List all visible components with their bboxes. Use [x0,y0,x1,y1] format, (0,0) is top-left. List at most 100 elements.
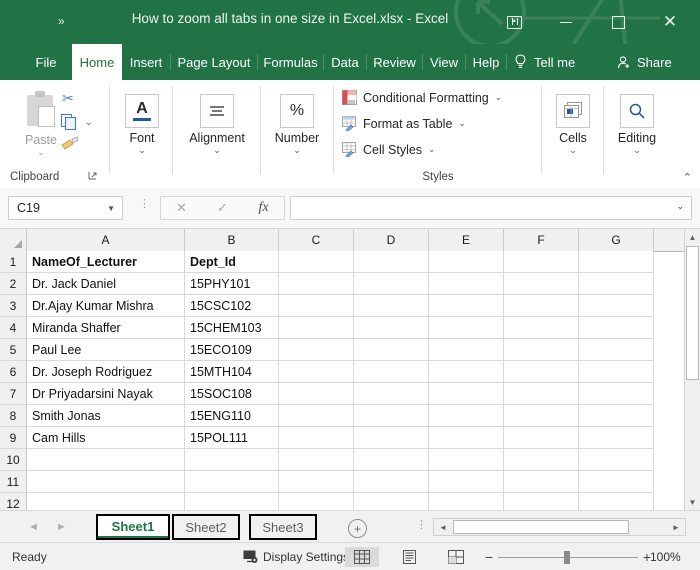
column-header-D[interactable]: D [354,229,429,251]
cell-styles-caret-icon[interactable]: ⌄ [428,144,436,155]
cell-C1[interactable] [279,251,354,273]
format-as-table-button[interactable]: Format as Table ⌄ [342,116,466,131]
minimize-icon[interactable] [548,8,584,36]
cell-A7[interactable]: Dr Priyadarsini Nayak [27,383,185,405]
cell-E6[interactable] [429,361,504,383]
tab-help[interactable]: Help [466,44,506,80]
zoom-level-label[interactable]: 100% [650,550,681,564]
cut-icon[interactable]: ✂ [62,90,74,107]
name-box-caret-icon[interactable]: ▼ [107,204,122,213]
tab-home[interactable]: Home [72,44,122,80]
cell-C8[interactable] [279,405,354,427]
cell-G2[interactable] [579,273,654,295]
vertical-scroll-thumb[interactable] [686,246,699,380]
cell-F5[interactable] [504,339,579,361]
cell-C3[interactable] [279,295,354,317]
cell-D9[interactable] [354,427,429,449]
copy-caret-icon[interactable]: ⌄ [85,117,93,128]
cell-C10[interactable] [279,449,354,471]
previous-sheet-icon[interactable]: ◄ [28,521,39,533]
row-header-6[interactable]: 6 [0,361,27,383]
cell-B3[interactable]: 15CSC102 [185,295,279,317]
cell-F4[interactable] [504,317,579,339]
collapse-ribbon-icon[interactable]: ⌃ [683,171,692,184]
cell-D8[interactable] [354,405,429,427]
horizontal-scrollbar[interactable]: ◄ ► [433,518,686,536]
expand-formula-bar-icon[interactable]: ⌄ [676,201,684,212]
cell-C2[interactable] [279,273,354,295]
row-header-3[interactable]: 3 [0,295,27,317]
cell-B2[interactable]: 15PHY101 [185,273,279,295]
editing-caret-icon[interactable]: ⌄ [633,146,641,155]
alignment-caret-icon[interactable]: ⌄ [213,146,221,155]
tab-page-layout[interactable]: Page Layout [171,44,257,80]
cell-A11[interactable] [27,471,185,493]
cell-G5[interactable] [579,339,654,361]
cell-A5[interactable]: Paul Lee [27,339,185,361]
cell-F2[interactable] [504,273,579,295]
cell-F6[interactable] [504,361,579,383]
cells-caret-icon[interactable]: ⌄ [569,146,577,155]
scroll-right-icon[interactable]: ► [667,519,685,535]
cell-A3[interactable]: Dr.Ajay Kumar Mishra [27,295,185,317]
row-header-4[interactable]: 4 [0,317,27,339]
cell-E3[interactable] [429,295,504,317]
insert-function-icon[interactable]: fx [243,200,284,216]
cell-B4[interactable]: 15CHEM103 [185,317,279,339]
row-header-11[interactable]: 11 [0,471,27,493]
zoom-out-button[interactable]: − [480,549,498,565]
column-header-C[interactable]: C [279,229,354,251]
cell-B5[interactable]: 15ECO109 [185,339,279,361]
cell-G9[interactable] [579,427,654,449]
tab-insert[interactable]: Insert [122,44,170,80]
row-header-7[interactable]: 7 [0,383,27,405]
formula-bar-handle[interactable]: ⋮ [139,201,150,208]
cell-E7[interactable] [429,383,504,405]
conditional-formatting-button[interactable]: Conditional Formatting ⌄ [342,90,502,105]
next-sheet-icon[interactable]: ► [56,521,67,533]
page-break-view-button[interactable] [439,547,473,567]
cell-B1[interactable]: Dept_Id [185,251,279,273]
cell-C5[interactable] [279,339,354,361]
select-all-corner[interactable] [0,229,27,251]
cell-E9[interactable] [429,427,504,449]
cell-D2[interactable] [354,273,429,295]
column-header-G[interactable]: G [579,229,654,251]
cell-B9[interactable]: 15POL111 [185,427,279,449]
scroll-up-icon[interactable]: ▲ [685,229,700,245]
scroll-down-icon[interactable]: ▼ [685,494,700,510]
cell-G11[interactable] [579,471,654,493]
cell-E10[interactable] [429,449,504,471]
cell-C6[interactable] [279,361,354,383]
cell-A1[interactable]: NameOf_Lecturer [27,251,185,273]
share-button[interactable]: Share [617,44,672,80]
sheet-tab-menu-icon[interactable]: ⋮ [416,522,427,529]
cancel-formula-icon[interactable]: ✕ [161,200,202,216]
cell-E11[interactable] [429,471,504,493]
paste-caret-icon[interactable]: ⌄ [37,148,45,157]
number-button[interactable]: % Number ⌄ [266,94,328,155]
cell-F3[interactable] [504,295,579,317]
tab-data[interactable]: Data [324,44,366,80]
alignment-button[interactable]: Alignment ⌄ [186,94,248,155]
cell-styles-button[interactable]: Cell Styles ⌄ [342,142,436,157]
font-button[interactable]: A Font ⌄ [111,94,173,155]
enter-formula-icon[interactable]: ✓ [202,200,243,216]
cell-B10[interactable] [185,449,279,471]
normal-view-button[interactable] [345,547,379,567]
close-icon[interactable]: ✕ [652,8,688,36]
copy-icon[interactable] [60,113,78,131]
cell-G3[interactable] [579,295,654,317]
cell-A4[interactable]: Miranda Shaffer [27,317,185,339]
zoom-thumb[interactable] [564,551,570,564]
cell-G6[interactable] [579,361,654,383]
tab-review[interactable]: Review [367,44,422,80]
display-settings-button[interactable]: Display Settings [243,550,349,564]
row-header-9[interactable]: 9 [0,427,27,449]
column-header-A[interactable]: A [27,229,185,251]
horizontal-scroll-thumb[interactable] [453,520,629,534]
formula-input[interactable]: ⌄ [290,196,692,220]
cell-G1[interactable] [579,251,654,273]
row-header-10[interactable]: 10 [0,449,27,471]
cell-G7[interactable] [579,383,654,405]
